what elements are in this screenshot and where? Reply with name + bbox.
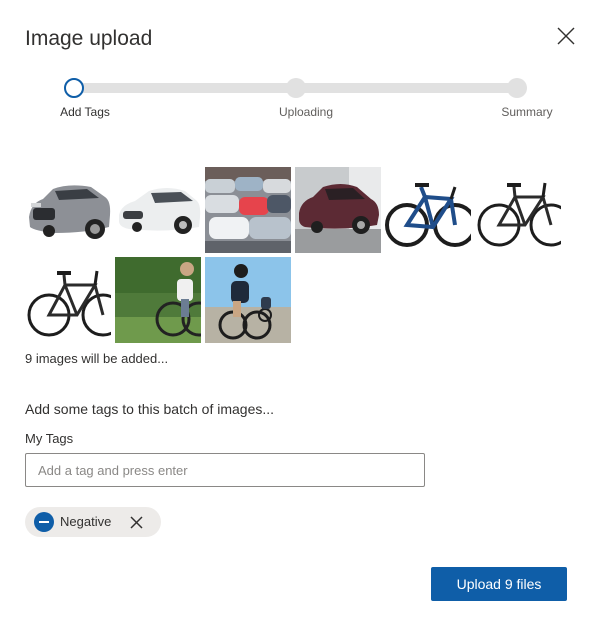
thumbnail-maroon-sedan (295, 167, 381, 253)
step-label-uploading: Uploading (278, 105, 334, 119)
thumbnail-white-sedan (115, 167, 201, 253)
thumbnail-cyclist-grass (115, 257, 201, 343)
minus-circle-icon (34, 512, 54, 532)
thumbnail-black-fixed-bicycle (25, 257, 111, 343)
step-label-summary: Summary (501, 105, 553, 119)
tag-chip-label: Negative (60, 514, 112, 529)
thumbnail-parking-lot (205, 167, 291, 253)
upload-files-button[interactable]: Upload 9 files (431, 567, 567, 601)
my-tags-label: My Tags (25, 431, 74, 446)
remove-tag-button[interactable] (129, 515, 144, 530)
step-dot-summary (507, 78, 527, 98)
dialog-title: Image upload (25, 27, 153, 50)
step-dot-add-tags (64, 78, 84, 98)
thumbnail-cyclists-road (205, 257, 291, 343)
step-label-add-tags: Add Tags (60, 105, 110, 119)
thumbnail-black-bicycle (475, 167, 561, 253)
image-count-note: 9 images will be added... (25, 351, 169, 366)
tags-section-heading: Add some tags to this batch of images... (25, 401, 275, 417)
image-upload-dialog: Image upload Add Tags Uploading Summary (0, 0, 591, 618)
tag-chip-negative: Negative (25, 507, 161, 537)
close-icon (557, 27, 575, 45)
step-dot-uploading (286, 78, 306, 98)
thumbnail-silver-suv (25, 167, 111, 253)
close-button[interactable] (553, 23, 579, 49)
close-icon (130, 516, 143, 529)
progress-stepper: Add Tags Uploading Summary (0, 74, 591, 124)
tag-input[interactable] (25, 453, 425, 487)
thumbnail-blue-bicycle (385, 167, 471, 253)
